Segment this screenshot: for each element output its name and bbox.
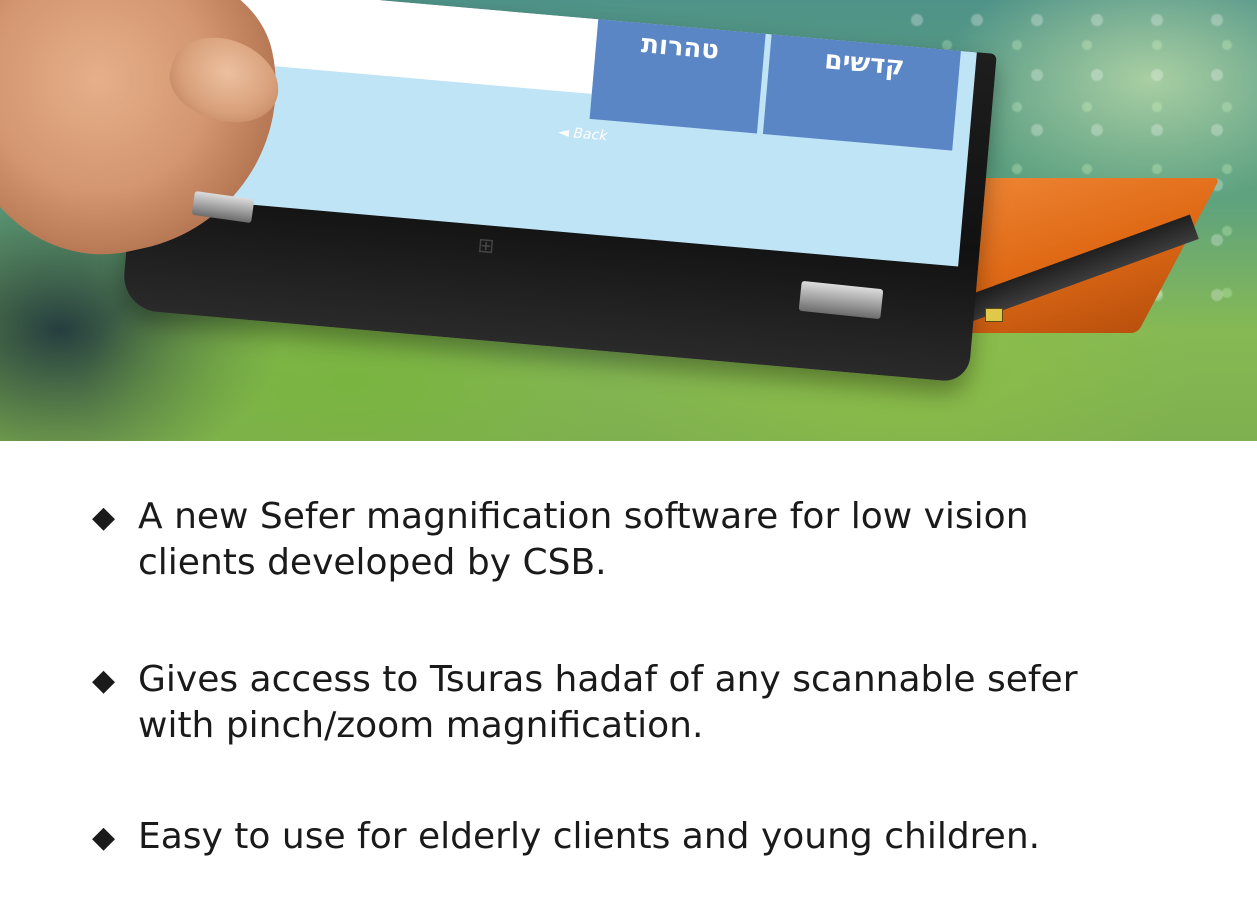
- windows-logo-icon: ⊞: [476, 232, 496, 258]
- feature-text: Easy to use for elderly clients and youn…: [138, 816, 1041, 857]
- feature-text: A new Sefer magnification software for l…: [138, 496, 1029, 583]
- hero-image: טהרות קדשים ◄ Back ⊞: [0, 0, 1257, 441]
- feature-item: ◆ Easy to use for elderly clients and yo…: [92, 814, 1040, 862]
- tile-kodashim[interactable]: קדשים: [762, 34, 961, 151]
- usb-port: [985, 308, 1003, 322]
- feature-item: ◆ A new Sefer magnification software for…: [92, 494, 1029, 586]
- feature-item: ◆ Gives access to Tsuras hadaf of any sc…: [92, 657, 1078, 749]
- laptop-screen: טהרות קדשים ◄ Back: [171, 0, 977, 267]
- back-button[interactable]: ◄ Back: [558, 124, 608, 144]
- diamond-bullet-icon: ◆: [92, 820, 116, 855]
- feature-list: ◆ A new Sefer magnification software for…: [0, 441, 1257, 924]
- tile-taharos[interactable]: טהרות: [589, 19, 766, 134]
- feature-text: Gives access to Tsuras hadaf of any scan…: [138, 659, 1078, 746]
- diamond-bullet-icon: ◆: [92, 500, 116, 535]
- diamond-bullet-icon: ◆: [92, 663, 116, 698]
